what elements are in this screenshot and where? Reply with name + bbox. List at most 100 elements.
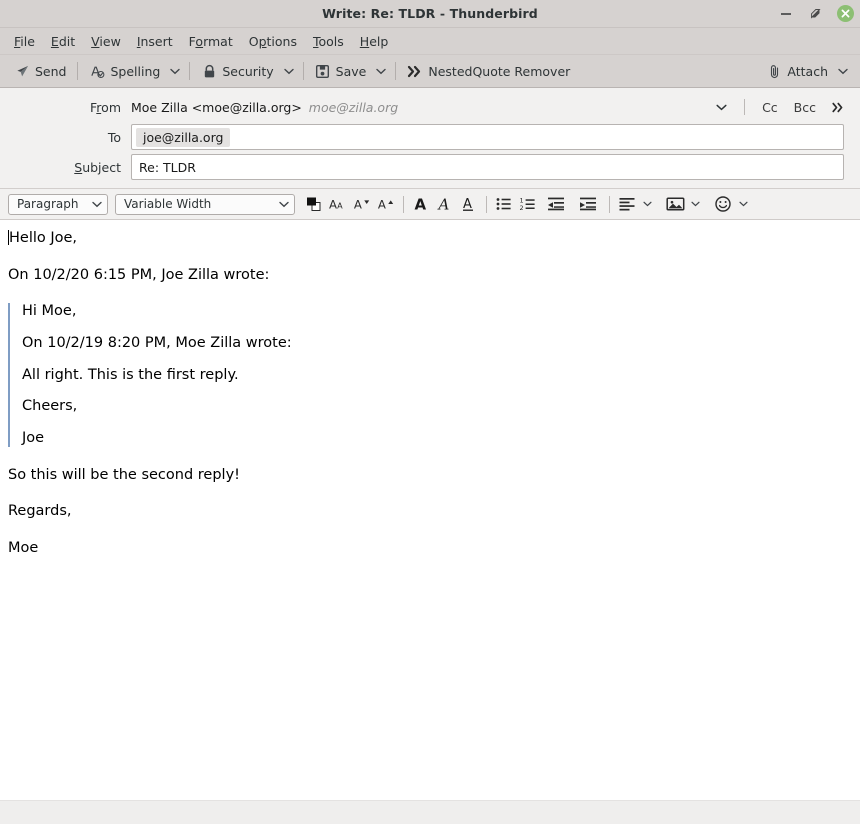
- numbered-list-button[interactable]: 1 2: [516, 193, 540, 215]
- font-size-icon: A A: [329, 198, 343, 212]
- lock-icon: [201, 63, 217, 79]
- insert-image-button[interactable]: [663, 193, 687, 215]
- bold-icon: A: [415, 196, 427, 212]
- align-dropdown-arrow[interactable]: [639, 198, 656, 210]
- quote-line: Cheers,: [22, 398, 78, 415]
- window-title: Write: Re: TLDR - Thunderbird: [322, 6, 538, 21]
- chevron-down-icon: [92, 201, 102, 207]
- numbered-list-icon: 1 2: [520, 197, 535, 212]
- text-color-button[interactable]: [302, 193, 326, 215]
- nestedquote-remover-label: NestedQuote Remover: [428, 63, 571, 79]
- security-button[interactable]: Security: [195, 60, 279, 82]
- italic-button[interactable]: A: [433, 193, 457, 215]
- menu-help[interactable]: Help: [352, 31, 397, 52]
- spelling-label: Spelling: [110, 63, 161, 79]
- paragraph-style-select[interactable]: Paragraph: [8, 193, 108, 215]
- maximize-button[interactable]: [807, 5, 824, 22]
- recipient-pill[interactable]: joe@zilla.org: [136, 127, 231, 147]
- italic-icon: A: [437, 196, 450, 212]
- menu-bar: File Edit View Insert Format Options Too…: [0, 28, 860, 55]
- message-body-editor[interactable]: Hello Joe, On 10/2/20 6:15 PM, Joe Zilla…: [0, 220, 860, 800]
- minimize-icon: [780, 12, 791, 15]
- decrease-font-size-button[interactable]: A: [350, 193, 374, 215]
- status-bar: [0, 800, 860, 824]
- subject-row: Subject Re: TLDR: [8, 154, 852, 180]
- recipient-type-buttons: Cc Bcc: [733, 98, 852, 117]
- indent-button[interactable]: [572, 193, 604, 215]
- menu-edit[interactable]: Edit: [43, 31, 83, 52]
- menu-format[interactable]: Format: [181, 31, 241, 52]
- svg-text:A: A: [337, 201, 343, 211]
- svg-text:A: A: [378, 198, 386, 212]
- send-icon: [14, 63, 30, 79]
- underline-icon: A: [463, 197, 473, 212]
- menu-tools[interactable]: Tools: [305, 31, 352, 52]
- quoted-message: Hi Moe, On 10/2/19 8:20 PM, Moe Zilla wr…: [8, 303, 852, 447]
- chevron-down-icon: [716, 104, 727, 110]
- to-label[interactable]: To: [8, 130, 131, 145]
- font-face-select[interactable]: Variable Width: [115, 193, 295, 215]
- close-button[interactable]: [837, 5, 854, 22]
- attach-dropdown-arrow[interactable]: [834, 65, 852, 78]
- font-face-value: Variable Width: [124, 197, 212, 211]
- security-dropdown-arrow[interactable]: [280, 65, 298, 78]
- save-dropdown-arrow[interactable]: [372, 65, 390, 78]
- svg-text:A: A: [415, 196, 427, 212]
- align-button[interactable]: [615, 193, 639, 215]
- emoji-dropdown-arrow[interactable]: [735, 198, 752, 210]
- header-separator: [744, 99, 746, 115]
- chevron-down-icon: [376, 68, 387, 74]
- outdent-button[interactable]: [540, 193, 572, 215]
- format-separator-1: [403, 195, 404, 213]
- menu-file[interactable]: File: [6, 31, 43, 52]
- smiley-icon: [715, 196, 731, 212]
- chevron-down-icon: [643, 201, 652, 207]
- quote-line: Hi Moe,: [22, 303, 77, 320]
- to-input[interactable]: joe@zilla.org: [131, 124, 844, 150]
- align-left-icon: [619, 198, 635, 211]
- cc-button[interactable]: Cc: [754, 98, 786, 117]
- paperclip-icon: [766, 63, 782, 79]
- menu-options[interactable]: Options: [241, 31, 305, 52]
- menu-insert[interactable]: Insert: [129, 31, 181, 52]
- font-decrease-icon: A: [354, 198, 370, 212]
- subject-value: Re: TLDR: [139, 159, 196, 175]
- quote-line: On 10/2/19 8:20 PM, Moe Zilla wrote:: [22, 335, 292, 352]
- chevron-down-icon: [739, 201, 748, 207]
- bcc-button[interactable]: Bcc: [786, 98, 824, 117]
- menu-view[interactable]: View: [83, 31, 129, 52]
- from-email: moe@zilla.org: [308, 99, 399, 115]
- send-button[interactable]: Send: [8, 60, 72, 82]
- subject-input[interactable]: Re: TLDR: [131, 154, 844, 180]
- minimize-button[interactable]: [777, 5, 794, 22]
- more-recipient-fields-button[interactable]: [824, 99, 852, 116]
- indent-icon: [580, 197, 596, 211]
- nestedquote-remover-button[interactable]: NestedQuote Remover: [401, 60, 576, 82]
- increase-font-size-button[interactable]: A: [374, 193, 398, 215]
- from-selector[interactable]: Moe Zilla <moe@zilla.org> moe@zilla.org: [131, 100, 733, 115]
- font-increase-icon: A: [378, 198, 394, 212]
- close-icon: [841, 9, 850, 18]
- bold-button[interactable]: A: [409, 193, 433, 215]
- from-dropdown-arrow[interactable]: [706, 104, 733, 111]
- outdent-icon: [548, 197, 564, 211]
- emoji-button[interactable]: [711, 193, 735, 215]
- svg-text:A: A: [354, 198, 362, 212]
- save-button[interactable]: Save: [309, 60, 373, 82]
- svg-text:2: 2: [520, 204, 524, 212]
- image-icon: [665, 197, 684, 211]
- bullet-list-button[interactable]: [492, 193, 516, 215]
- svg-text:A: A: [437, 196, 450, 212]
- font-size-button[interactable]: A A: [326, 193, 350, 215]
- insert-image-dropdown-arrow[interactable]: [687, 198, 704, 210]
- attach-button[interactable]: Attach: [760, 60, 834, 82]
- security-label: Security: [222, 63, 274, 79]
- main-toolbar: Send Spelling Security Save NestedQuote …: [0, 55, 860, 88]
- chevron-down-icon: [691, 201, 700, 207]
- underline-button[interactable]: A: [457, 193, 481, 215]
- spelling-button[interactable]: Spelling: [83, 60, 166, 82]
- save-label: Save: [335, 63, 367, 79]
- send-label: Send: [35, 63, 67, 79]
- spelling-dropdown-arrow[interactable]: [166, 65, 184, 78]
- attach-label: Attach: [787, 63, 828, 79]
